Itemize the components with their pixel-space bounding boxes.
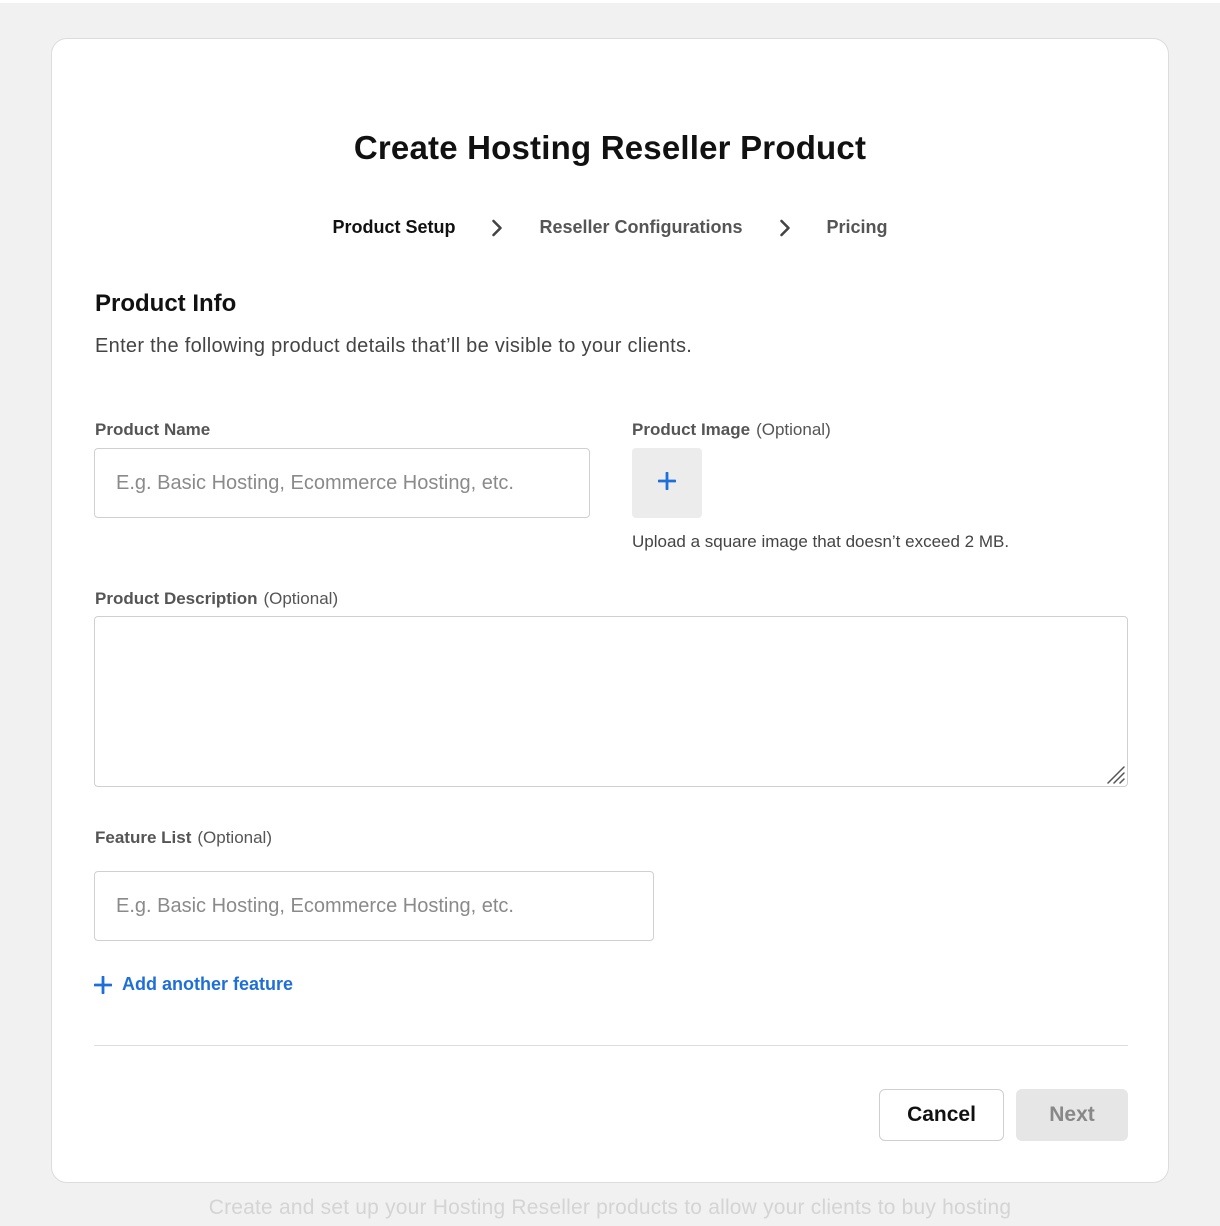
product-name-input[interactable] xyxy=(94,448,590,518)
section-subtitle: Enter the following product details that… xyxy=(95,335,693,357)
plus-icon xyxy=(657,471,677,495)
product-image-label: Product Image (Optional) xyxy=(632,420,831,440)
cancel-button[interactable]: Cancel xyxy=(879,1089,1004,1141)
feature-list-label-text: Feature List xyxy=(95,828,192,847)
add-feature-label: Add another feature xyxy=(122,974,294,994)
product-description-textarea[interactable] xyxy=(94,616,1128,787)
plus-icon xyxy=(94,975,112,994)
page-title: Create Hosting Reseller Product xyxy=(353,129,867,166)
step-pricing[interactable]: Pricing xyxy=(827,217,888,238)
step-reseller-configurations[interactable]: Reseller Configurations xyxy=(539,217,742,238)
optional-tag: (Optional) xyxy=(263,589,339,608)
background-caption: Create and set up your Hosting Reseller … xyxy=(208,1196,1012,1219)
feature-input[interactable] xyxy=(94,871,654,941)
optional-tag: (Optional) xyxy=(197,828,272,847)
product-description-label: Product Description (Optional) xyxy=(95,589,338,609)
upload-image-button[interactable] xyxy=(632,448,702,518)
image-helper-text: Upload a square image that doesn’t excee… xyxy=(632,532,1010,551)
create-product-modal: Create Hosting Reseller Product Product … xyxy=(51,38,1169,1183)
chevron-right-icon xyxy=(479,218,515,238)
product-description-label-text: Product Description xyxy=(95,589,258,608)
product-name-label: Product Name xyxy=(95,420,210,440)
resize-handle-icon[interactable] xyxy=(1105,764,1125,784)
top-strip xyxy=(0,0,1220,3)
feature-list-label: Feature List (Optional) xyxy=(95,828,272,848)
section-title: Product Info xyxy=(95,290,237,317)
product-name-label-text: Product Name xyxy=(95,420,211,439)
stepper: Product Setup Reseller Configurations Pr… xyxy=(52,217,1168,238)
next-button[interactable]: Next xyxy=(1016,1089,1128,1141)
divider xyxy=(94,1045,1128,1046)
optional-tag: (Optional) xyxy=(756,420,831,439)
product-image-label-text: Product Image xyxy=(632,420,751,439)
chevron-right-icon xyxy=(767,218,803,238)
step-product-setup[interactable]: Product Setup xyxy=(332,217,455,238)
add-feature-button[interactable]: Add another feature xyxy=(94,974,293,995)
